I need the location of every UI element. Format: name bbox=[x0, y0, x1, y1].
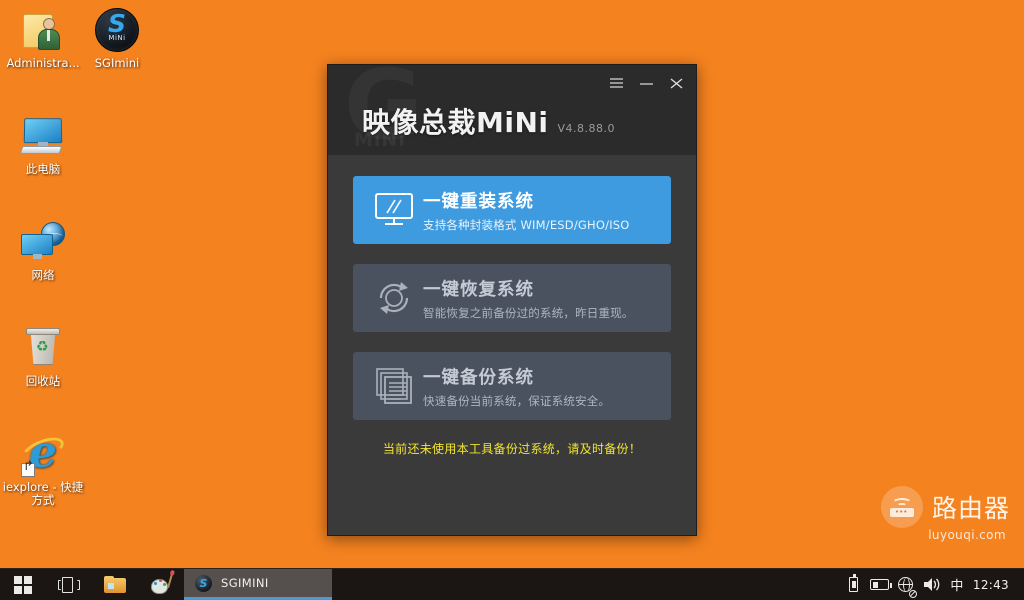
action-subtitle: 支持各种封装格式 WIM/ESD/GHO/ISO bbox=[423, 217, 630, 232]
desktop-icon-network[interactable]: 网络 bbox=[0, 218, 86, 282]
monitor-icon bbox=[365, 192, 423, 228]
desktop-icon-iexplore[interactable]: e iexplore - 快捷方式 bbox=[0, 428, 86, 507]
action-reinstall-system[interactable]: 一键重装系统 支持各种封装格式 WIM/ESD/GHO/ISO bbox=[353, 176, 671, 244]
desktop-icon-this-pc[interactable]: 此电脑 bbox=[0, 112, 86, 176]
taskbar-item-sgimini[interactable]: S SGIMINI bbox=[184, 569, 332, 600]
desktop-icon-label: SGImini bbox=[94, 56, 140, 70]
system-tray[interactable]: 中 12:43 bbox=[841, 569, 1024, 600]
desktop[interactable]: Administra... S MiNi SGImini 此电脑 网络 ♻ 回收… bbox=[0, 0, 1024, 568]
window-controls[interactable] bbox=[602, 71, 690, 95]
desktop-icon-label: 回收站 bbox=[25, 374, 61, 388]
paint-button[interactable] bbox=[138, 569, 184, 600]
sgimini-taskbar-icon: S bbox=[195, 574, 212, 592]
user-folder-icon bbox=[19, 6, 67, 54]
watermark-text: 路由器 bbox=[931, 494, 1010, 523]
stacked-documents-icon bbox=[365, 366, 423, 406]
window-title-bar[interactable]: G MiNi 映像总裁MiNi V4.8 bbox=[328, 65, 696, 155]
clock[interactable]: 12:43 bbox=[969, 578, 1017, 592]
internet-explorer-icon: e bbox=[18, 428, 68, 478]
desktop-icon-label: 此电脑 bbox=[25, 162, 61, 176]
paint-palette-icon bbox=[151, 573, 173, 594]
taskbar[interactable]: S SGIMINI 中 12:43 bbox=[0, 568, 1024, 600]
file-explorer-button[interactable] bbox=[92, 569, 138, 600]
action-title: 一键备份系统 bbox=[423, 367, 534, 388]
backup-status-note: 当前还未使用本工具备份过系统，请及时备份！ bbox=[382, 442, 642, 456]
menu-hamburger-icon[interactable] bbox=[602, 71, 630, 95]
router-icon: ••• bbox=[880, 486, 923, 528]
watermark-url: luyouqi.com bbox=[928, 528, 1006, 542]
usb-eject-icon[interactable] bbox=[841, 569, 867, 600]
task-view-icon bbox=[58, 576, 80, 593]
sgimini-app-window[interactable]: G MiNi 映像总裁MiNi V4.8 bbox=[327, 64, 697, 536]
minimize-button[interactable] bbox=[632, 71, 660, 95]
file-explorer-icon bbox=[104, 576, 126, 593]
recycle-bin-icon: ♻ bbox=[19, 324, 67, 372]
task-view-button[interactable] bbox=[46, 569, 92, 600]
site-watermark: ••• 路由器 bbox=[880, 486, 1010, 528]
network-disconnected-icon[interactable] bbox=[893, 569, 919, 600]
restore-circular-arrows-icon bbox=[365, 279, 423, 317]
sgimini-logo-icon: S MiNi bbox=[93, 6, 141, 54]
action-restore-system[interactable]: 一键恢复系统 智能恢复之前备份过的系统，昨日重现。 bbox=[353, 264, 671, 332]
app-version: V4.8.88.0 bbox=[557, 122, 616, 135]
ime-indicator[interactable]: 中 bbox=[945, 569, 969, 600]
desktop-icon-label: 网络 bbox=[31, 268, 55, 282]
window-body: 一键重装系统 支持各种封装格式 WIM/ESD/GHO/ISO 一键恢复系统 智… bbox=[328, 155, 696, 457]
battery-icon[interactable] bbox=[867, 569, 893, 600]
desktop-icon-sgimini[interactable]: S MiNi SGImini bbox=[74, 6, 160, 70]
start-windows-icon bbox=[14, 575, 32, 594]
start-button[interactable] bbox=[0, 569, 46, 600]
computer-icon bbox=[19, 112, 67, 160]
action-backup-system[interactable]: 一键备份系统 快速备份当前系统，保证系统安全。 bbox=[353, 352, 671, 420]
action-title: 一键恢复系统 bbox=[423, 279, 534, 300]
shortcut-overlay-icon bbox=[21, 463, 35, 477]
desktop-icon-label: iexplore - 快捷方式 bbox=[2, 480, 84, 507]
close-button[interactable] bbox=[662, 71, 690, 95]
app-title-block: 映像总裁MiNi V4.8.88.0 bbox=[362, 101, 615, 141]
desktop-icon-recycle-bin[interactable]: ♻ 回收站 bbox=[0, 324, 86, 388]
network-globe-icon bbox=[19, 218, 67, 266]
volume-icon[interactable] bbox=[919, 569, 945, 600]
action-title: 一键重装系统 bbox=[423, 191, 534, 212]
action-subtitle: 快速备份当前系统，保证系统安全。 bbox=[423, 393, 611, 408]
action-subtitle: 智能恢复之前备份过的系统，昨日重现。 bbox=[423, 305, 634, 320]
taskbar-item-label: SGIMINI bbox=[221, 576, 269, 590]
app-title: 映像总裁MiNi bbox=[362, 106, 549, 139]
